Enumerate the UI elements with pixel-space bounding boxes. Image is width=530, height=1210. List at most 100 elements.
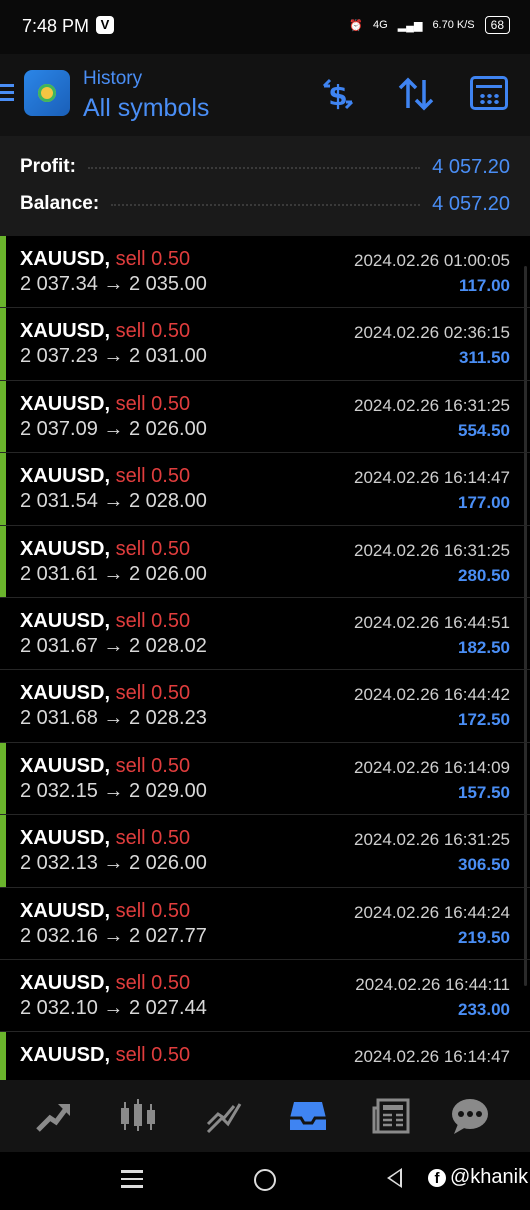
header-title[interactable]: All symbols xyxy=(83,94,209,123)
deal-symbol-line: XAUUSD, sell 0.50 xyxy=(20,610,190,633)
deal-type: sell 0.50 xyxy=(115,899,191,922)
deal-symbol: XAUUSD, xyxy=(20,609,111,632)
deal-row[interactable]: XAUUSD, sell 0.50 2 032.15 → 2 029.00 2024… xyxy=(0,742,530,816)
deal-date: 2024.02.26 16:14:47 xyxy=(354,468,510,488)
bottom-tab-bar xyxy=(0,1080,530,1152)
deal-row[interactable]: XAUUSD, sell 0.50 2 032.16 → 2 027.77 2024… xyxy=(0,888,530,960)
deal-symbol-line: XAUUSD, sell 0.50 xyxy=(20,900,190,923)
deal-row[interactable]: XAUUSD, sell 0.50 2 032.13 → 2 026.00 2024… xyxy=(0,815,530,888)
deal-symbol: XAUUSD, xyxy=(20,899,111,922)
tab-news[interactable] xyxy=(372,1096,412,1136)
deal-prices: 2 037.09 → 2 026.00 xyxy=(20,417,207,440)
deal-type: sell 0.50 xyxy=(115,465,191,488)
dotted-leader xyxy=(111,203,421,206)
deal-marker xyxy=(0,815,6,887)
deal-prices: 2 031.67 → 2 028.02 xyxy=(20,634,207,657)
deal-profit: 280.50 xyxy=(458,565,510,585)
deal-symbol: XAUUSD, xyxy=(20,320,111,343)
back-icon[interactable] xyxy=(387,1168,402,1188)
deal-profit: 182.50 xyxy=(458,637,510,657)
trend-arrow-icon xyxy=(36,1104,70,1132)
status-time: 7:48 PM xyxy=(22,16,90,36)
deal-symbol-line: XAUUSD, sell 0.50 xyxy=(20,755,190,778)
deal-symbol: XAUUSD, xyxy=(20,1044,111,1067)
tab-messages[interactable] xyxy=(450,1096,490,1136)
deal-profit: 233.00 xyxy=(458,999,510,1019)
deal-profit: 554.50 xyxy=(458,420,510,440)
deal-symbol: XAUUSD, xyxy=(20,465,111,488)
deal-profit: 177.00 xyxy=(458,493,510,513)
sort-icon[interactable] xyxy=(396,74,436,114)
deal-type: sell 0.50 xyxy=(115,754,191,777)
deal-symbol: XAUUSD, xyxy=(20,537,111,560)
line-chart-icon xyxy=(206,1103,242,1134)
menu-icon[interactable] xyxy=(0,84,14,104)
tab-trade[interactable] xyxy=(34,1096,74,1136)
candlestick-icon xyxy=(121,1099,155,1131)
deal-list[interactable]: XAUUSD, sell 0.50 2 037.34 → 2 035.00 2024… xyxy=(0,236,530,1080)
deal-row[interactable]: XAUUSD, sell 0.50 2 037.09 → 2 026.00 2024… xyxy=(0,380,530,454)
deal-type: sell 0.50 xyxy=(115,827,191,850)
deal-prices: 2 037.23 → 2 031.00 xyxy=(20,345,207,368)
status-bar: 7:48 PM V ⏰ 4G ▂▄▆ 6.70 K/S 68 xyxy=(0,0,530,54)
deal-symbol-line: XAUUSD, sell 0.50 xyxy=(20,972,190,995)
header-subtitle: History xyxy=(83,68,143,89)
metatrader-logo-icon[interactable] xyxy=(24,70,70,116)
deal-row[interactable]: XAUUSD, sell 0.50 2 031.54 → 2 028.00 2024… xyxy=(0,453,530,526)
deal-profit: 311.50 xyxy=(458,348,510,368)
deal-symbol-line: XAUUSD, sell 0.50 xyxy=(20,1044,190,1067)
profit-row: Profit: 4 057.20 xyxy=(20,152,510,182)
deal-profit: 219.50 xyxy=(458,927,510,947)
deal-prices: 2 032.13 → 2 026.00 xyxy=(20,852,207,875)
deal-prices: 2 032.15 → 2 029.00 xyxy=(20,779,207,802)
deal-marker xyxy=(0,1032,6,1080)
system-nav-bar: f @khanik xyxy=(0,1152,530,1210)
deal-row[interactable]: XAUUSD, sell 0.50 2 031.61 → 2 026.00 2024… xyxy=(0,525,530,598)
dotted-leader xyxy=(87,166,421,169)
watermark-text: @khanik xyxy=(450,1166,529,1188)
deal-date: 2024.02.26 16:31:25 xyxy=(354,395,510,415)
profit-value: 4 057.20 xyxy=(432,155,510,178)
account-summary: Profit: 4 057.20 Balance: 4 057.20 xyxy=(0,136,530,236)
tab-chart[interactable] xyxy=(118,1096,158,1136)
deal-type: sell 0.50 xyxy=(115,392,191,415)
deal-symbol: XAUUSD, xyxy=(20,682,111,705)
deal-type: sell 0.50 xyxy=(115,971,191,994)
deal-type: sell 0.50 xyxy=(115,537,191,560)
deal-row[interactable]: XAUUSD, sell 0.50 2 037.23 → 2 031.00 2024… xyxy=(0,308,530,381)
deal-profit: 117.00 xyxy=(458,276,510,295)
balance-row: Balance: 4 057.20 xyxy=(20,189,510,219)
recent-apps-icon[interactable] xyxy=(121,1170,143,1188)
deal-date: 2024.02.26 16:31:25 xyxy=(354,830,510,850)
chat-bubble-icon xyxy=(452,1099,488,1134)
deal-date: 2024.02.26 16:44:51 xyxy=(354,612,510,632)
deal-marker xyxy=(0,525,6,597)
deal-prices: 2 032.10 → 2 027.44 xyxy=(20,996,207,1019)
deal-profit: 172.50 xyxy=(458,710,510,730)
deal-row[interactable]: XAUUSD, sell 0.50 2 031.68 → 2 028.23 2024… xyxy=(0,670,530,743)
deal-symbol: XAUUSD, xyxy=(20,971,111,994)
deal-date: 2024.02.26 16:44:11 xyxy=(355,974,510,994)
tab-history[interactable] xyxy=(288,1096,328,1136)
deal-row[interactable]: XAUUSD, sell 0.50 2 037.34 → 2 035.00 2024… xyxy=(0,236,530,309)
deal-row[interactable]: XAUUSD, sell 0.50 2 031.67 → 2 028.02 2024… xyxy=(0,598,530,671)
deal-symbol: XAUUSD, xyxy=(20,754,111,777)
home-icon[interactable] xyxy=(254,1169,276,1191)
deal-type: sell 0.50 xyxy=(115,320,191,343)
deal-date: 2024.02.26 16:44:24 xyxy=(354,902,510,922)
deal-symbol-line: XAUUSD, sell 0.50 xyxy=(20,682,190,705)
deal-marker xyxy=(0,308,6,380)
svg-text:$: $ xyxy=(328,79,347,112)
deal-symbol: XAUUSD, xyxy=(20,827,111,850)
profit-label: Profit: xyxy=(20,156,76,177)
deal-row[interactable]: XAUUSD, sell 0.50 2 032.10 → 2 027.44 2024… xyxy=(0,960,530,1033)
deal-symbol-line: XAUUSD, sell 0.50 xyxy=(20,248,190,271)
battery-icon: 68 xyxy=(484,16,510,34)
calendar-icon[interactable] xyxy=(470,76,508,110)
deal-date: 2024.02.26 02:36:15 xyxy=(354,323,510,343)
balance-value: 4 057.20 xyxy=(432,192,510,215)
deal-row[interactable]: XAUUSD, sell 0.50 2024.02.26 16:14:47 xyxy=(0,1032,530,1080)
deposit-dollar-icon[interactable]: $ xyxy=(318,74,358,114)
tab-quotes[interactable] xyxy=(204,1096,244,1136)
deal-marker xyxy=(0,236,6,308)
